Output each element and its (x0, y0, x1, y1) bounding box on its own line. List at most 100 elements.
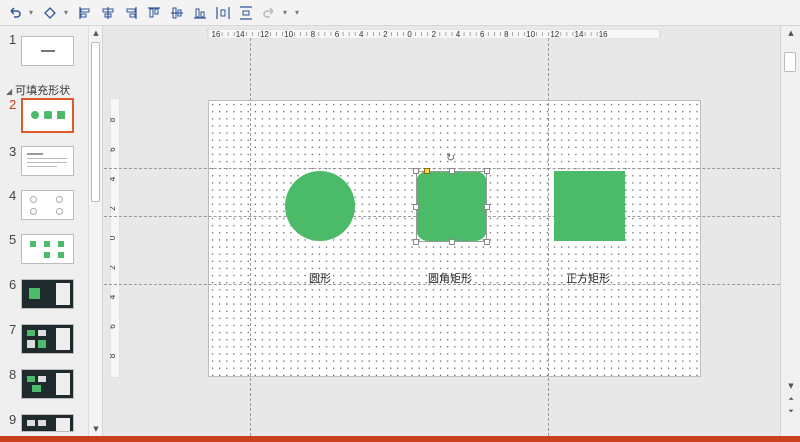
redo-icon[interactable] (258, 2, 280, 24)
rotate-handle-icon[interactable]: ↻ (446, 151, 455, 164)
ruler-tick-label: 4 (110, 176, 117, 181)
resize-handle-tr[interactable] (484, 168, 490, 174)
resize-handle-bl[interactable] (413, 239, 419, 245)
slide-number: 9 (9, 412, 17, 427)
customize-toolbar-icon[interactable]: ▾ (293, 8, 301, 17)
corner-radius-handle[interactable] (424, 168, 430, 174)
horizontal-ruler: 16 14 12 10 8 6 4 2 0 2 4 6 8 10 12 14 16 (207, 29, 661, 39)
vertical-guide-line[interactable] (250, 38, 251, 436)
thumb-circle (56, 196, 63, 203)
slide-thumbnail-3[interactable] (21, 146, 74, 176)
thumb-panel (56, 328, 70, 350)
ruler-tick-label: 12 (260, 30, 269, 39)
ruler-tick-label: 8 (504, 30, 509, 39)
ruler-tick-label: 10 (526, 30, 535, 39)
align-bottom-icon[interactable] (189, 2, 211, 24)
resize-handle-r[interactable] (484, 204, 490, 210)
ruler-tick-label: 0 (407, 30, 412, 39)
ruler-tick-label: 14 (236, 30, 245, 39)
resize-handle-t[interactable] (449, 168, 455, 174)
align-left-icon[interactable] (74, 2, 96, 24)
thumb-circle (56, 208, 63, 215)
ruler-tick-label: 16 (212, 30, 221, 39)
previous-slide-icon[interactable]: ⏶ (785, 394, 797, 404)
rounded-rect-label: 圆角矩形 (428, 272, 472, 285)
thumb-block (27, 376, 35, 382)
shape-icon[interactable] (39, 2, 61, 24)
square-label: 正方矩形 (566, 272, 610, 285)
scrollbar-thumb[interactable] (91, 42, 100, 202)
thumb-block (27, 420, 35, 426)
slide-thumbnail-9[interactable] (21, 414, 74, 432)
thumb-block (27, 340, 35, 348)
undo-dropdown-icon[interactable]: ▾ (27, 8, 35, 17)
selection-frame (416, 171, 487, 242)
ruler-tick-label: 2 (110, 206, 117, 211)
slide-thumbnail-1[interactable] (21, 36, 74, 66)
thumb-line (27, 158, 67, 159)
next-slide-icon[interactable]: ⏷ (785, 406, 797, 416)
status-bar (0, 436, 800, 442)
slide-thumbnail-8[interactable] (21, 369, 74, 399)
thumb-panel (56, 283, 70, 305)
resize-handle-l[interactable] (413, 204, 419, 210)
shape-dropdown-icon[interactable]: ▾ (62, 8, 70, 17)
ruler-tick-label: 0 (110, 235, 117, 240)
undo-icon[interactable] (4, 2, 26, 24)
slide-thumbnail-6[interactable] (21, 279, 74, 309)
thumb-panel (56, 373, 70, 395)
scrollbar-thumb[interactable] (784, 52, 796, 72)
resize-handle-b[interactable] (449, 239, 455, 245)
align-center-icon[interactable] (97, 2, 119, 24)
resize-handle-br[interactable] (484, 239, 490, 245)
distribute-v-icon[interactable] (235, 2, 257, 24)
slide-number: 4 (9, 188, 17, 203)
thumb-panel (56, 418, 70, 431)
distribute-h-icon[interactable] (212, 2, 234, 24)
scroll-down-arrow-icon[interactable]: ▼ (785, 381, 797, 391)
slide-thumbnail-2[interactable] (21, 98, 74, 133)
slide-thumbnail-7[interactable] (21, 324, 74, 354)
horizontal-guide-line[interactable] (104, 168, 780, 169)
square-shape[interactable] (554, 171, 625, 241)
ruler-tick-label: 8 (110, 117, 117, 122)
ruler-tick-label: 6 (480, 30, 485, 39)
thumb-line (27, 162, 67, 163)
thumb-icon (58, 252, 64, 258)
ruler-tick-label: 14 (575, 30, 584, 39)
collapse-triangle-icon[interactable]: ◢ (6, 87, 12, 96)
scroll-down-arrow-icon[interactable]: ▼ (90, 424, 102, 434)
slide-number: 5 (9, 232, 17, 247)
scroll-up-arrow-icon[interactable]: ▲ (90, 28, 102, 38)
ruler-tick-label: 8 (311, 30, 316, 39)
vertical-guide-line[interactable] (548, 38, 549, 436)
scroll-up-arrow-icon[interactable]: ▲ (785, 28, 797, 38)
align-right-icon[interactable] (120, 2, 142, 24)
canvas-scrollbar[interactable]: ▲ ▼ ⏶ ⏷ (780, 26, 800, 436)
thumb-line (27, 153, 43, 155)
section-header[interactable]: ◢ 可填充形状 (6, 82, 70, 98)
thumb-block (38, 340, 46, 348)
ruler-tick-label: 2 (110, 265, 117, 270)
align-top-icon[interactable] (143, 2, 165, 24)
slide-thumbnail-4[interactable] (21, 190, 74, 220)
ruler-tick-label: 4 (359, 30, 364, 39)
circle-label: 圆形 (309, 272, 331, 285)
thumbnail-scrollbar[interactable]: ▲ ▼ (88, 26, 102, 436)
thumb-block (27, 330, 35, 336)
redo-dropdown-icon[interactable]: ▾ (281, 8, 289, 17)
thumb-square (29, 288, 40, 299)
circle-shape[interactable] (285, 171, 355, 241)
ruler-tick-label: 6 (110, 147, 117, 152)
thumb-icon (58, 241, 64, 247)
resize-handle-tl[interactable] (413, 168, 419, 174)
ruler-tick-label: 4 (456, 30, 461, 39)
slide-number: 3 (9, 144, 17, 159)
thumb-circle (30, 208, 37, 215)
slide-thumbnail-5[interactable] (21, 234, 74, 264)
slide-number: 6 (9, 277, 17, 292)
thumb-line (27, 166, 57, 167)
ruler-tick-label: 2 (383, 30, 388, 39)
thumb-rounded-rect (44, 111, 52, 119)
align-middle-icon[interactable] (166, 2, 188, 24)
